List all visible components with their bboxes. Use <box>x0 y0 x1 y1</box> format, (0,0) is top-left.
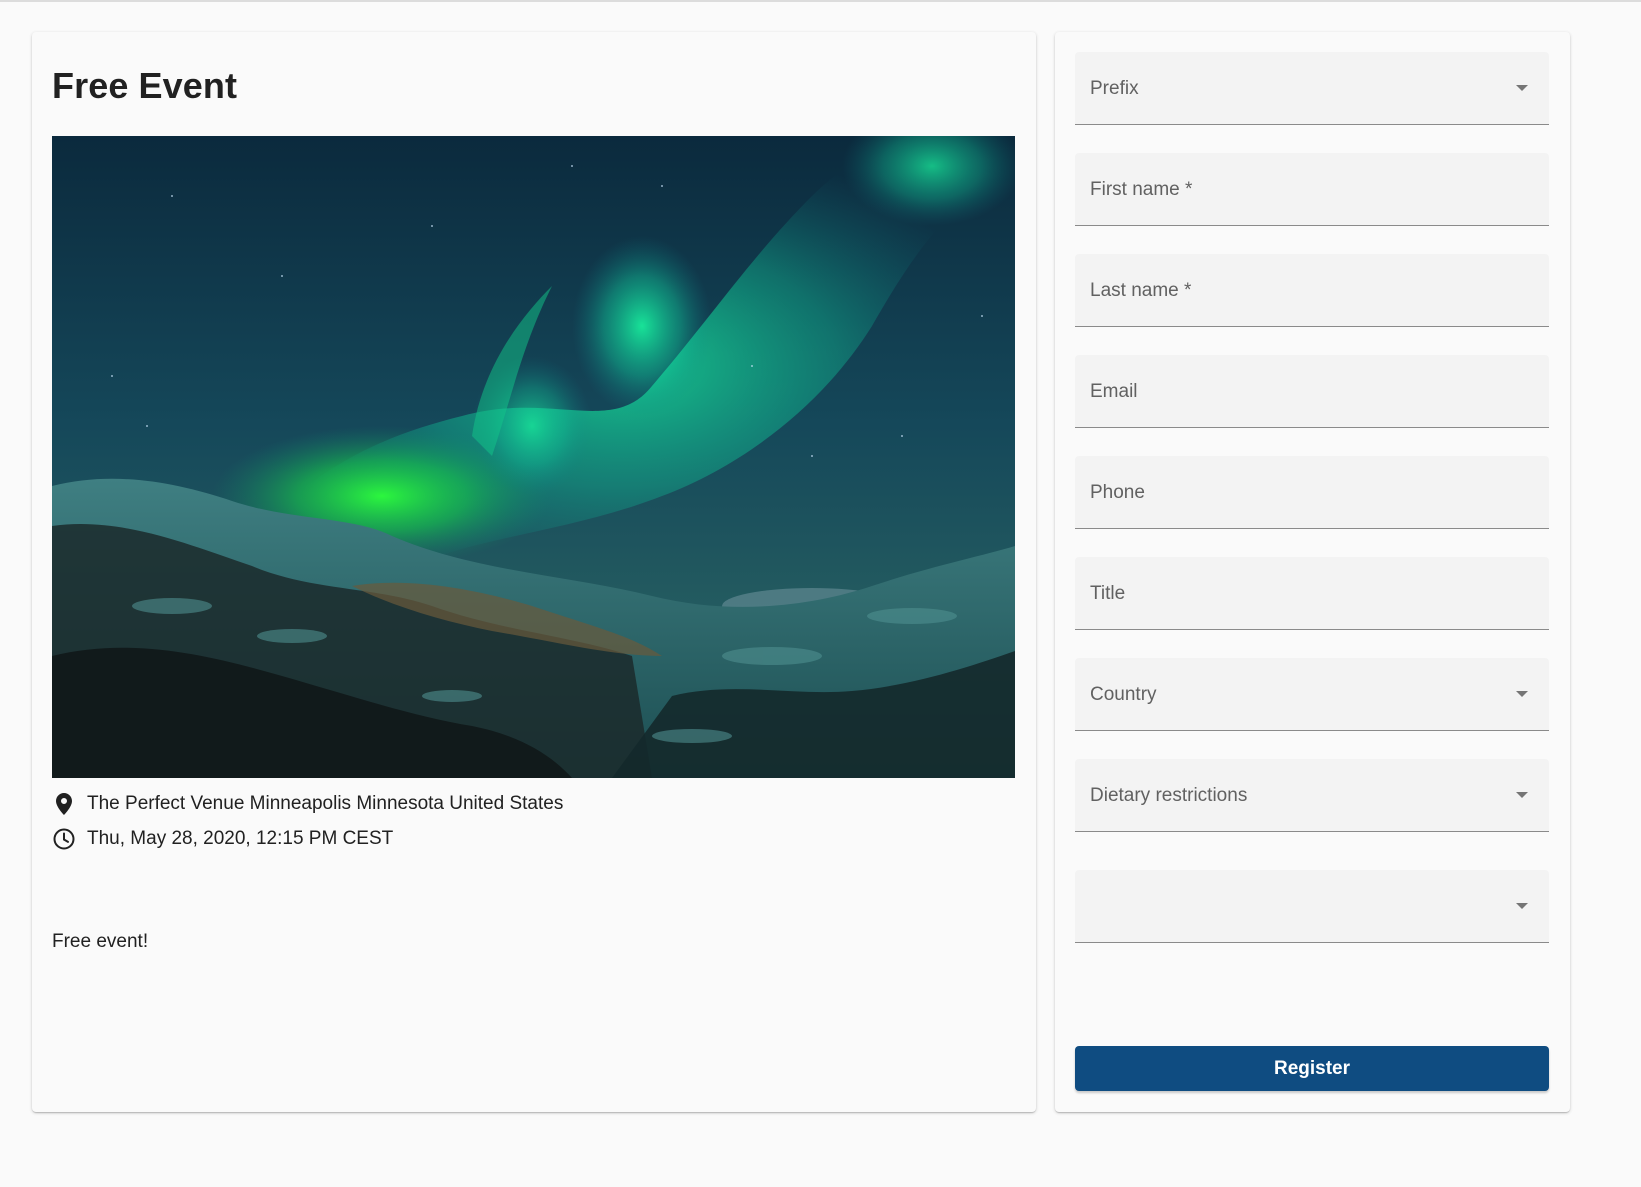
country-label: Country <box>1090 684 1157 705</box>
venue-text: The Perfect Venue Minneapolis Minnesota … <box>87 793 564 814</box>
email-field[interactable]: Email <box>1075 355 1549 428</box>
venue-row: The Perfect Venue Minneapolis Minnesota … <box>52 792 563 816</box>
datetime-row: Thu, May 28, 2020, 12:15 PM CEST <box>52 827 393 851</box>
prefix-select[interactable]: Prefix <box>1075 52 1549 125</box>
title-field[interactable]: Title <box>1075 557 1549 630</box>
event-description: Free event! <box>52 931 149 952</box>
email-label: Email <box>1090 381 1138 402</box>
dietary-restrictions-label: Dietary restrictions <box>1090 785 1248 806</box>
first-name-field[interactable]: First name * <box>1075 153 1549 226</box>
event-title: Free Event <box>52 65 238 106</box>
phone-label: Phone <box>1090 482 1145 503</box>
last-name-field[interactable]: Last name * <box>1075 254 1549 327</box>
event-image <box>52 136 1015 778</box>
dietary-restrictions-select[interactable]: Dietary restrictions <box>1075 759 1549 832</box>
last-name-label: Last name * <box>1090 280 1192 301</box>
chevron-down-icon <box>1516 792 1528 798</box>
title-label: Title <box>1090 583 1126 604</box>
registration-card: Prefix First name * Last name * Email Ph… <box>1055 32 1570 1112</box>
first-name-label: First name * <box>1090 179 1193 200</box>
clock-icon <box>52 827 76 851</box>
event-card: Free Event The Perfect Venue Minneapolis… <box>32 32 1036 1112</box>
unlabeled-select[interactable] <box>1075 870 1549 943</box>
datetime-text: Thu, May 28, 2020, 12:15 PM CEST <box>87 828 394 849</box>
location-pin-icon <box>52 792 76 816</box>
prefix-label: Prefix <box>1090 78 1139 99</box>
chevron-down-icon <box>1516 691 1528 697</box>
register-button[interactable]: Register <box>1075 1046 1549 1091</box>
phone-field[interactable]: Phone <box>1075 456 1549 529</box>
country-select[interactable]: Country <box>1075 658 1549 731</box>
chevron-down-icon <box>1516 903 1528 909</box>
chevron-down-icon <box>1516 85 1528 91</box>
top-divider <box>0 0 1641 2</box>
